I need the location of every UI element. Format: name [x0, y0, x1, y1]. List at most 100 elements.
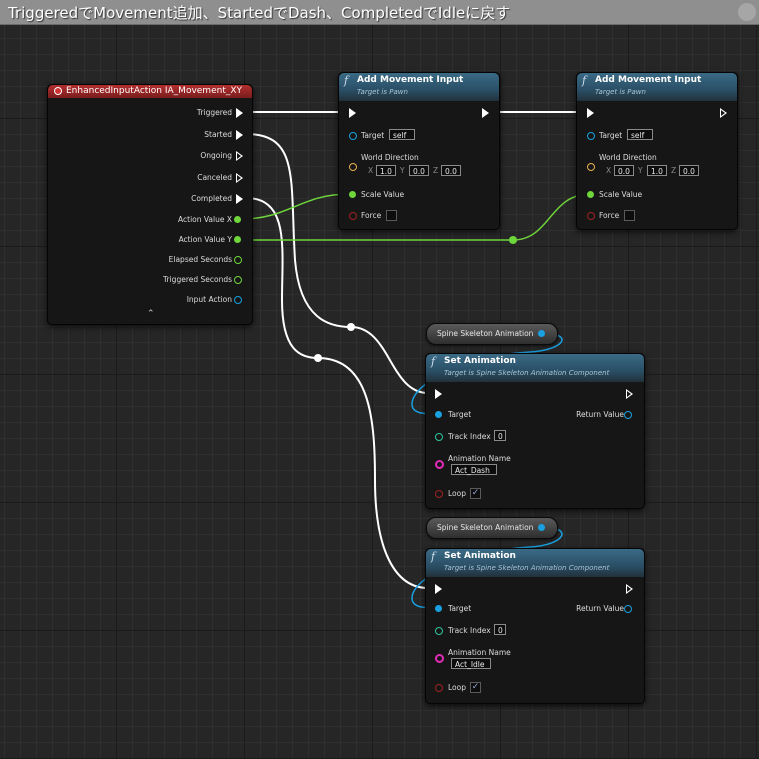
- function-icon: f: [431, 550, 436, 563]
- pin-label-input-action: Input Action: [186, 295, 232, 304]
- exec-out-canceled[interactable]: [236, 173, 243, 183]
- pin-in-target-1[interactable]: [349, 132, 357, 140]
- set-animation-node-2[interactable]: f Set Animation Target is Spine Skeleton…: [425, 548, 645, 704]
- exec-out-add-movement-2[interactable]: [720, 108, 727, 118]
- set-anim-return-label-2: Return Value: [576, 604, 624, 613]
- pin-in-loop-2[interactable]: [435, 684, 443, 692]
- animation-name-value-1[interactable]: Act_Dash: [451, 464, 497, 475]
- target-value-2[interactable]: self: [627, 129, 653, 140]
- pin-in-track-index-1[interactable]: [435, 433, 443, 441]
- spine-var-1-label: Spine Skeleton Animation: [437, 329, 534, 338]
- exec-out-set-anim-1[interactable]: [626, 389, 633, 399]
- event-node-ia-movement-xy[interactable]: EnhancedInputAction IA_Movement_XY Trigg…: [47, 84, 253, 325]
- force-checkbox-1[interactable]: [386, 210, 397, 221]
- exec-out-set-anim-2[interactable]: [626, 584, 633, 594]
- loop-checkbox-2[interactable]: ✓: [470, 682, 481, 693]
- exec-in-add-movement-2[interactable]: [587, 108, 594, 118]
- exec-out-triggered[interactable]: [236, 108, 243, 118]
- world-direction-y-2[interactable]: 1.0: [647, 165, 667, 176]
- pin-label-action-value-y: Action Value Y: [178, 235, 232, 244]
- pin-in-track-index-2[interactable]: [435, 627, 443, 635]
- target-value-1[interactable]: self: [389, 129, 415, 140]
- pin-out-action-value-x[interactable]: [234, 216, 241, 223]
- pin-in-world-direction-2[interactable]: [587, 163, 595, 171]
- pin-in-world-direction-1[interactable]: [349, 163, 357, 171]
- world-direction-y-1[interactable]: 0.0: [409, 165, 429, 176]
- loop-checkbox-1[interactable]: ✓: [470, 488, 481, 499]
- pin-label-triggered: Triggered: [196, 108, 232, 117]
- world-direction-x-2[interactable]: 0.0: [614, 165, 634, 176]
- set-anim-2-title: Set Animation: [444, 551, 516, 561]
- pin-out-elapsed-seconds[interactable]: [234, 256, 242, 264]
- function-icon: f: [344, 74, 349, 87]
- event-node-header[interactable]: EnhancedInputAction IA_Movement_XY: [48, 85, 252, 98]
- track-index-label-2: Track Index: [448, 626, 491, 635]
- animation-name-label-1: Animation Name: [448, 454, 511, 463]
- track-index-value-1[interactable]: 0: [494, 430, 506, 441]
- pin-in-scale-value-2[interactable]: [587, 191, 594, 198]
- pin-label-triggered-seconds: Triggered Seconds: [163, 275, 232, 284]
- pin-out-triggered-seconds[interactable]: [234, 276, 242, 284]
- reroute-node-2: [314, 354, 322, 362]
- pin-in-animation-name-2[interactable]: [435, 654, 444, 663]
- track-index-value-2[interactable]: 0: [494, 624, 506, 635]
- exec-out-started[interactable]: [236, 130, 243, 140]
- add-movement-input-node-1[interactable]: f Add Movement Input Target is Pawn Targ…: [338, 72, 500, 230]
- pin-in-animation-name-1[interactable]: [435, 460, 444, 469]
- force-label-1: Force: [361, 211, 382, 220]
- pin-out-return-value-1[interactable]: [624, 411, 632, 419]
- add-movement-1-subtitle: Target is Pawn: [357, 88, 408, 96]
- axis-z-label-1: Z: [433, 166, 439, 175]
- set-anim-1-title: Set Animation: [444, 356, 516, 366]
- set-anim-1-header[interactable]: f Set Animation Target is Spine Skeleton…: [426, 354, 644, 382]
- force-checkbox-2[interactable]: [624, 210, 635, 221]
- target-label-2: Target: [599, 131, 623, 140]
- pin-out-spine-var-1[interactable]: [538, 330, 545, 337]
- exec-in-set-anim-1[interactable]: [435, 389, 442, 399]
- pin-label-started: Started: [204, 130, 232, 139]
- wire-completed-to-set-anim-2: [245, 197, 429, 589]
- add-movement-2-header[interactable]: f Add Movement Input Target is Pawn: [577, 73, 737, 101]
- pin-in-set-anim-target-2[interactable]: [435, 605, 442, 612]
- pin-in-force-2[interactable]: [587, 212, 595, 220]
- loop-label-2: Loop: [448, 683, 466, 692]
- world-direction-z-1[interactable]: 0.0: [441, 165, 461, 176]
- axis-y-label-2: Y: [638, 166, 643, 175]
- pin-out-action-value-y[interactable]: [234, 236, 241, 243]
- spine-skeleton-animation-variable-1[interactable]: Spine Skeleton Animation: [426, 323, 558, 345]
- world-direction-z-2[interactable]: 0.0: [679, 165, 699, 176]
- target-label-1: Target: [361, 131, 385, 140]
- animation-name-value-2[interactable]: Act_Idle: [451, 658, 491, 669]
- exec-out-add-movement-1[interactable]: [482, 108, 489, 118]
- exec-out-completed[interactable]: [236, 194, 243, 204]
- set-anim-2-header[interactable]: f Set Animation Target is Spine Skeleton…: [426, 549, 644, 577]
- add-movement-1-header[interactable]: f Add Movement Input Target is Pawn: [339, 73, 499, 101]
- exec-in-add-movement-1[interactable]: [349, 108, 356, 118]
- function-icon: f: [431, 355, 436, 368]
- chevron-up-icon[interactable]: ⌃: [147, 309, 155, 319]
- pin-in-loop-1[interactable]: [435, 490, 443, 498]
- set-animation-node-1[interactable]: f Set Animation Target is Spine Skeleton…: [425, 353, 645, 509]
- pin-in-force-1[interactable]: [349, 212, 357, 220]
- world-direction-x-1[interactable]: 1.0: [376, 165, 396, 176]
- pin-out-spine-var-2[interactable]: [538, 524, 545, 531]
- pin-in-set-anim-target-1[interactable]: [435, 411, 442, 418]
- animation-name-label-2: Animation Name: [448, 648, 511, 657]
- pin-in-scale-value-1[interactable]: [349, 191, 356, 198]
- function-icon: f: [582, 74, 587, 87]
- pin-label-ongoing: Ongoing: [200, 151, 232, 160]
- pin-out-input-action[interactable]: [234, 296, 242, 304]
- checkmark-icon: ✓: [471, 682, 480, 692]
- scale-value-label-2: Scale Value: [599, 190, 643, 199]
- world-direction-label-1: World Direction: [361, 153, 419, 162]
- exec-in-set-anim-2[interactable]: [435, 584, 442, 594]
- event-icon: [54, 87, 62, 95]
- pin-in-target-2[interactable]: [587, 132, 595, 140]
- add-movement-input-node-2[interactable]: f Add Movement Input Target is Pawn Targ…: [576, 72, 738, 230]
- loop-label-1: Loop: [448, 489, 466, 498]
- spine-skeleton-animation-variable-2[interactable]: Spine Skeleton Animation: [426, 517, 558, 539]
- set-anim-2-subtitle: Target is Spine Skeleton Animation Compo…: [444, 564, 610, 572]
- exec-out-ongoing[interactable]: [236, 151, 243, 161]
- axis-x-label-2: X: [606, 166, 612, 175]
- pin-out-return-value-2[interactable]: [624, 605, 632, 613]
